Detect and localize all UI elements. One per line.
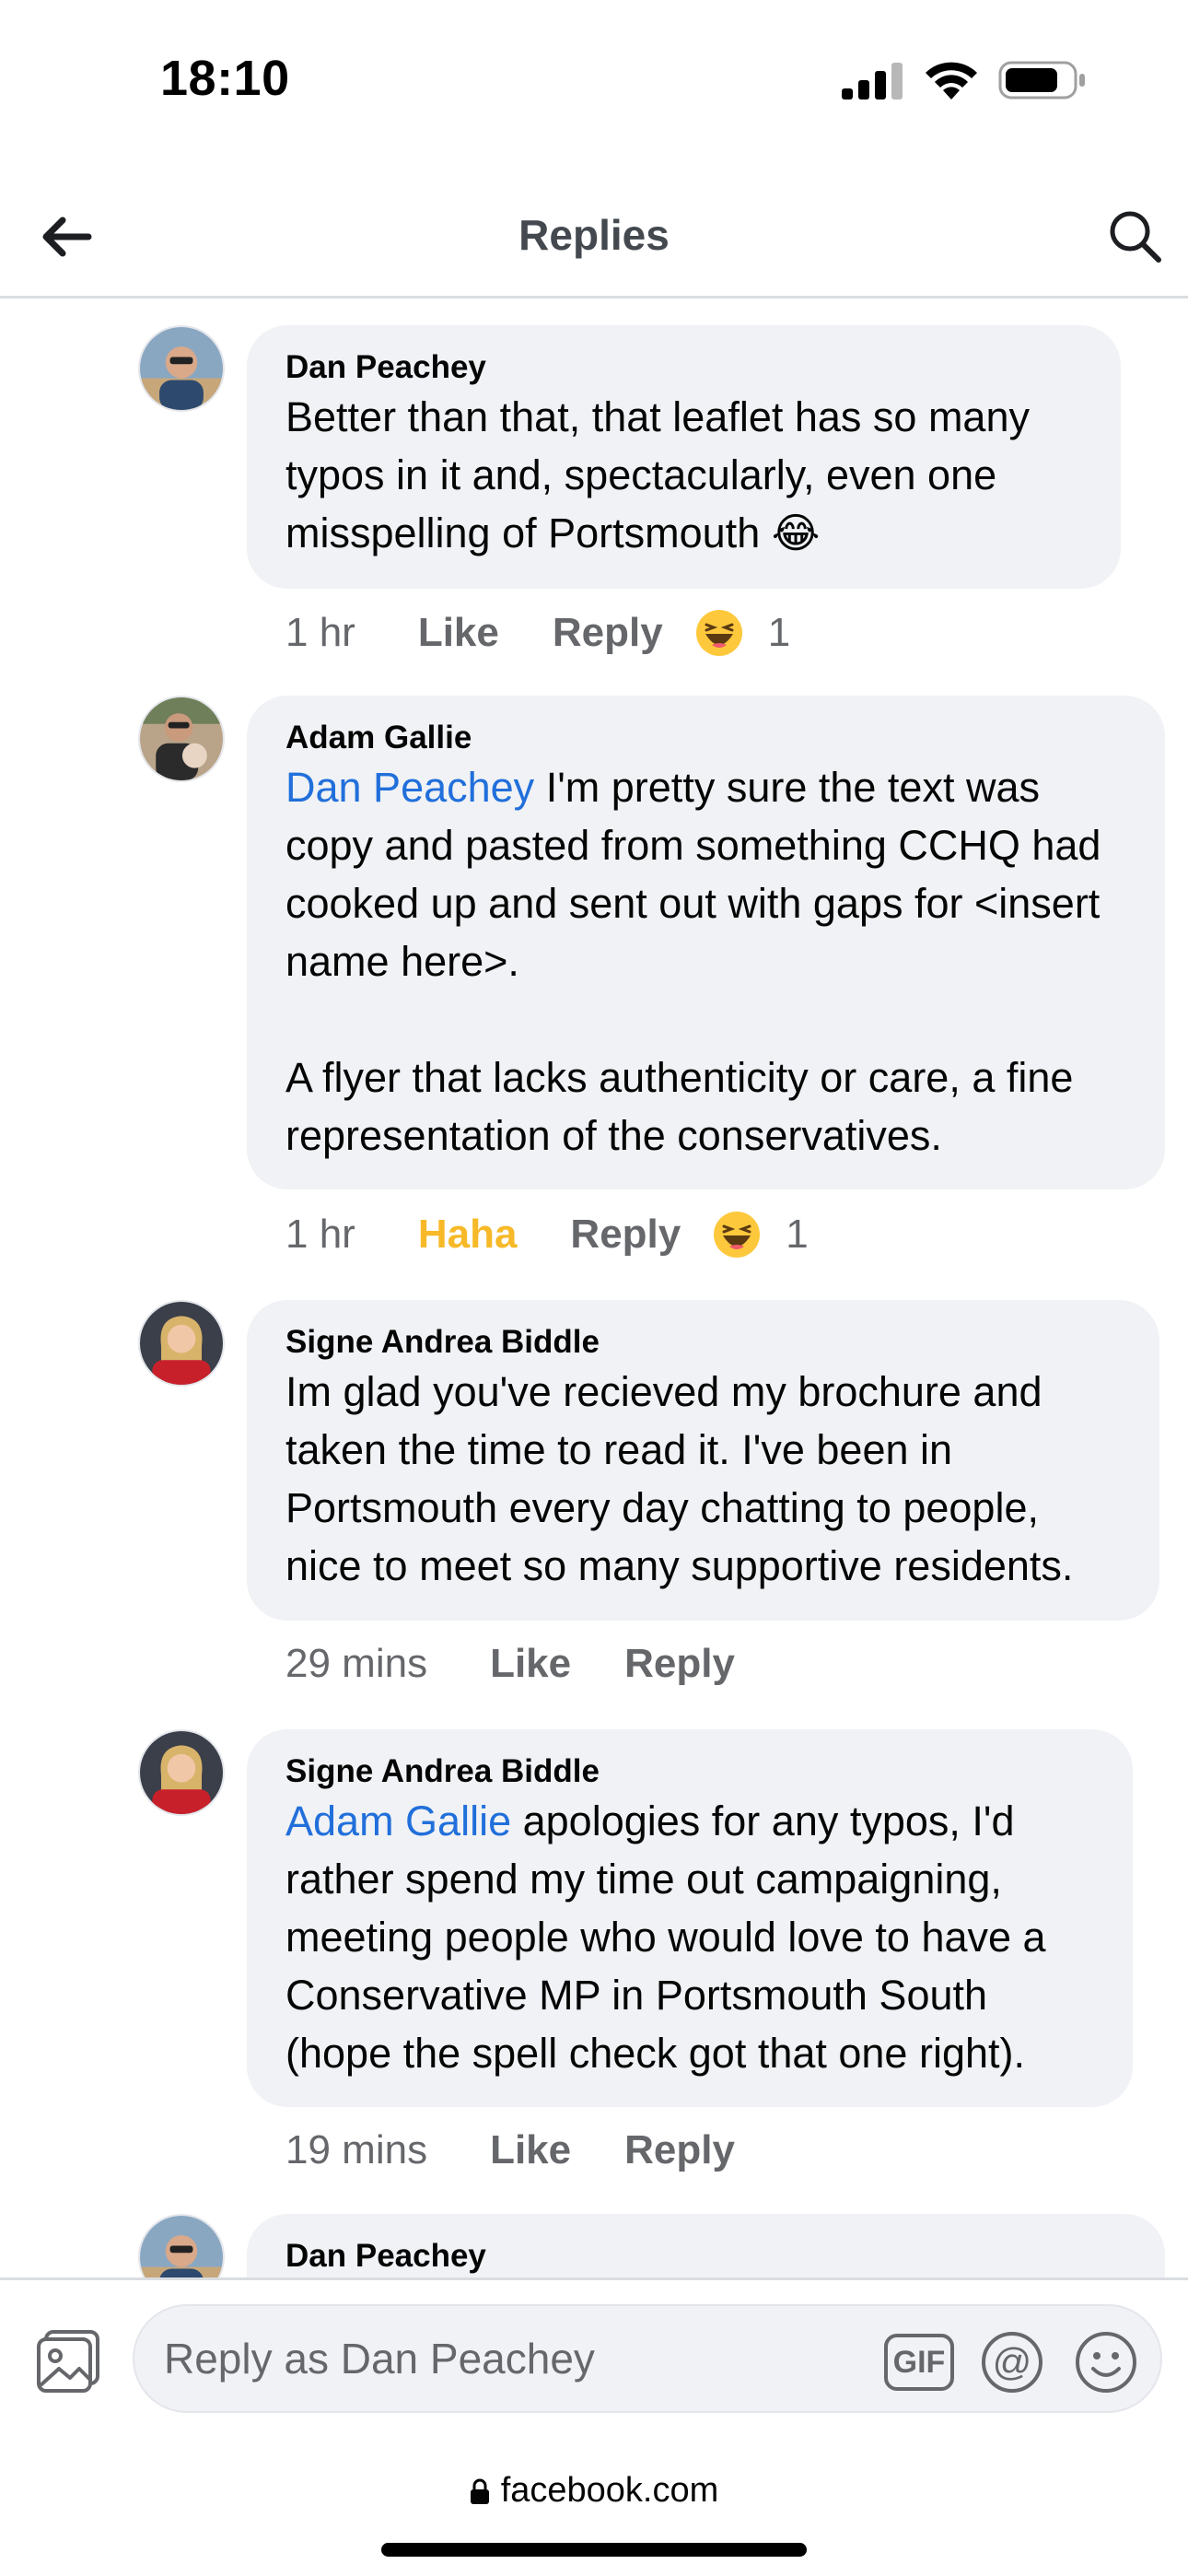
comment-author[interactable]: Dan Peachey xyxy=(285,2236,1128,2277)
reaction-summary[interactable]: 1 xyxy=(694,608,790,658)
comment-text: Dan Peachey I'm pretty sure the text was… xyxy=(285,758,1128,1165)
search-icon xyxy=(1110,211,1161,263)
browser-address-bar[interactable]: facebook.com xyxy=(0,2434,1188,2576)
replies-thread[interactable]: Dan Peachey Better than that, that leafl… xyxy=(0,301,1188,2277)
comment-actions: 19 mins Like Reply xyxy=(285,2123,788,2178)
reply-button[interactable]: Reply xyxy=(570,1212,681,1258)
comment-bubble: Dan Peachey xyxy=(247,2214,1165,2277)
emoji-icon[interactable] xyxy=(1074,2330,1138,2395)
comment-text: Adam Gallie apologies for any typos, I'd… xyxy=(285,1792,1096,2082)
url-display[interactable]: facebook.com xyxy=(0,2471,1188,2511)
reply-button[interactable]: Reply xyxy=(553,610,663,656)
mention-link[interactable]: Adam Gallie xyxy=(285,1797,511,1844)
url-text: facebook.com xyxy=(500,2471,719,2510)
haha-emoji-icon xyxy=(714,1212,761,1258)
comment-text: Better than that, that leaflet has so ma… xyxy=(285,388,1084,562)
svg-text:@: @ xyxy=(993,2340,1032,2383)
status-bar: 18:10 xyxy=(0,0,1188,157)
comment-body: I'm pretty sure the text was copy and pa… xyxy=(285,764,1101,1159)
photo-attach-icon[interactable] xyxy=(33,2326,103,2396)
comment-author[interactable]: Dan Peachey xyxy=(285,347,1084,388)
like-button[interactable]: Like xyxy=(418,610,499,656)
reply-input-container: GIF @ xyxy=(133,2304,1162,2413)
comment-author[interactable]: Signe Andrea Biddle xyxy=(285,1751,1096,1792)
app-header: Replies xyxy=(0,175,1188,299)
comment-timestamp[interactable]: 1 hr xyxy=(285,1212,355,1258)
mention-icon[interactable]: @ xyxy=(980,2330,1044,2395)
comment-author[interactable]: Signe Andrea Biddle xyxy=(285,1322,1123,1363)
comment-author[interactable]: Adam Gallie xyxy=(285,718,1128,758)
comment-actions: 1 hr Haha Reply 1 xyxy=(285,1207,809,1262)
comment-timestamp[interactable]: 29 mins xyxy=(285,1641,427,1687)
wifi-icon xyxy=(926,62,977,100)
status-time: 18:10 xyxy=(160,51,290,106)
like-button[interactable]: Like xyxy=(490,2127,571,2173)
reply-button[interactable]: Reply xyxy=(624,2127,735,2173)
profile-photo xyxy=(140,1731,223,1814)
avatar[interactable] xyxy=(138,696,225,782)
comment-body: Better than that, that leaflet has so ma… xyxy=(285,393,1042,556)
avatar[interactable] xyxy=(138,1729,225,1816)
avatar[interactable] xyxy=(138,1300,225,1387)
battery-icon xyxy=(998,61,1085,100)
reaction-summary[interactable]: 1 xyxy=(712,1210,809,1259)
avatar[interactable] xyxy=(138,325,225,412)
profile-photo xyxy=(140,327,223,410)
like-button[interactable]: Haha xyxy=(418,1212,518,1258)
avatar[interactable] xyxy=(138,2214,225,2277)
comment-body: Im glad you've recieved my brochure and … xyxy=(285,1368,1074,1589)
reply-composer: GIF @ xyxy=(0,2277,1188,2434)
comment-text: Im glad you've recieved my brochure and … xyxy=(285,1363,1123,1595)
gif-button[interactable]: GIF xyxy=(884,2334,954,2391)
home-indicator[interactable] xyxy=(381,2543,807,2557)
like-button[interactable]: Like xyxy=(490,1641,571,1687)
comment-bubble: Signe Andrea Biddle Im glad you've recie… xyxy=(247,1300,1159,1621)
profile-photo xyxy=(140,697,223,780)
comment-actions: 1 hr Like Reply 1 xyxy=(285,605,790,661)
reply-input[interactable] xyxy=(164,2306,901,2411)
comment-timestamp[interactable]: 1 hr xyxy=(285,610,355,656)
cellular-signal-icon xyxy=(842,63,903,100)
profile-photo xyxy=(140,1302,223,1385)
comment-timestamp[interactable]: 19 mins xyxy=(285,2127,427,2173)
lock-icon xyxy=(470,2478,489,2504)
search-button[interactable] xyxy=(1096,197,1173,275)
comment-bubble: Dan Peachey Better than that, that leafl… xyxy=(247,325,1121,589)
reply-button[interactable]: Reply xyxy=(624,1641,735,1687)
profile-photo xyxy=(140,2216,223,2277)
haha-emoji-icon xyxy=(695,610,742,656)
mention-link[interactable]: Dan Peachey xyxy=(285,764,534,811)
reaction-count: 1 xyxy=(786,1212,809,1257)
page-title: Replies xyxy=(518,211,670,259)
comment-bubble: Adam Gallie Dan Peachey I'm pretty sure … xyxy=(247,696,1165,1189)
reaction-count: 1 xyxy=(767,610,791,655)
comment-bubble: Signe Andrea Biddle Adam Gallie apologie… xyxy=(247,1729,1133,2107)
comment-actions: 29 mins Like Reply xyxy=(285,1636,788,1692)
